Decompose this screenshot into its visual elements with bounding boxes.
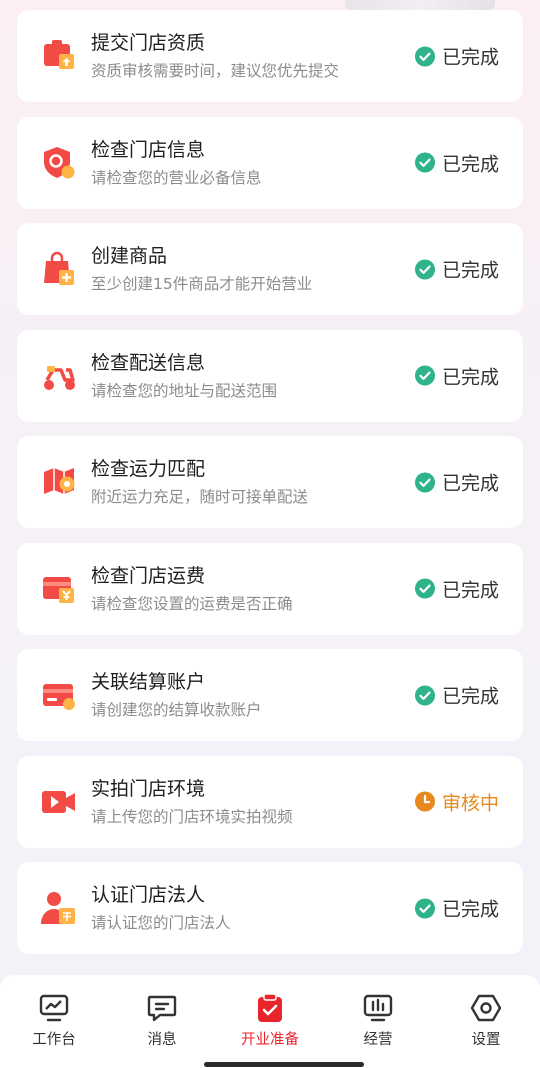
task-card-check-freight[interactable]: 检查门店运费 请检查您设置的运费是否正确 已完成 — [17, 542, 523, 635]
status-text: 已完成 — [441, 685, 499, 708]
task-card-submit-qualification[interactable]: 提交门店资质 资质审核需要时间，建议您优先提交 已完成 — [17, 10, 523, 102]
tab-messages[interactable]: 消息 — [108, 975, 216, 1068]
check-circle-icon — [414, 46, 435, 66]
status-text: 已完成 — [441, 472, 499, 495]
tab-opening-prep[interactable]: 开业准备 — [216, 975, 324, 1068]
task-subtitle: 资质审核需要时间，建议您优先提交 — [91, 62, 340, 80]
status-badge: 已完成 — [414, 682, 499, 709]
stats-icon — [363, 994, 393, 1022]
freight-fee-icon — [39, 569, 79, 609]
upload-store-icon — [39, 36, 79, 76]
task-card-verify-legal-person[interactable]: 认证门店法人 请认证您的门店法人 已完成 — [17, 862, 523, 954]
task-title: 检查运力匹配 — [91, 458, 206, 480]
check-circle-icon — [414, 365, 435, 386]
task-subtitle: 请认证您的门店法人 — [91, 914, 231, 932]
dashboard-icon — [39, 994, 69, 1022]
task-title: 认证门店法人 — [91, 884, 206, 906]
status-badge: 已完成 — [414, 575, 499, 602]
banner-image-fragment — [345, 0, 495, 10]
scooter-icon — [39, 356, 79, 396]
person-id-icon — [39, 888, 79, 928]
check-circle-icon — [414, 578, 435, 599]
status-badge: 已完成 — [414, 43, 499, 70]
check-circle-icon — [414, 898, 435, 918]
status-badge: 已完成 — [414, 469, 499, 496]
task-title: 创建商品 — [91, 245, 168, 267]
bottom-tab-bar: 工作台 消息 开业准备 经营 设置 — [0, 975, 540, 1068]
status-badge: 已完成 — [414, 149, 499, 176]
task-card-check-store-info[interactable]: 检查门店信息 请检查您的营业必备信息 已完成 — [17, 116, 523, 209]
status-badge: 已完成 — [414, 895, 499, 922]
map-pin-icon — [39, 462, 79, 502]
search-shield-icon — [39, 143, 79, 183]
task-subtitle: 附近运力充足，随时可接单配送 — [91, 488, 309, 506]
tab-operations[interactable]: 经营 — [324, 975, 432, 1068]
status-text: 已完成 — [441, 259, 499, 282]
check-circle-icon — [414, 472, 435, 492]
status-text: 已完成 — [441, 579, 499, 601]
tab-settings[interactable]: 设置 — [432, 975, 540, 1068]
tab-workbench[interactable]: 工作台 — [0, 975, 108, 1068]
task-subtitle: 请上传您的门店环境实拍视频 — [91, 807, 293, 826]
message-icon — [147, 995, 177, 1022]
home-indicator[interactable] — [204, 1062, 364, 1067]
tab-label: 设置 — [471, 1032, 501, 1048]
tab-label: 开业准备 — [241, 1032, 299, 1048]
task-title: 检查门店运费 — [91, 564, 206, 587]
check-circle-icon — [414, 685, 435, 705]
status-text: 已完成 — [441, 46, 499, 69]
tab-label: 经营 — [363, 1032, 393, 1048]
task-title: 检查门店信息 — [91, 138, 206, 161]
task-card-check-capacity[interactable]: 检查运力匹配 附近运力充足，随时可接单配送 已完成 — [17, 436, 523, 528]
task-title: 关联结算账户 — [91, 671, 206, 693]
status-text: 已完成 — [441, 153, 499, 175]
task-title: 实拍门店环境 — [91, 777, 206, 800]
task-subtitle: 请检查您的地址与配送范围 — [91, 381, 278, 400]
status-badge: 已完成 — [414, 362, 499, 389]
task-card-store-video[interactable]: 实拍门店环境 请上传您的门店环境实拍视频 审核中 — [17, 755, 523, 848]
status-badge: 审核中 — [414, 788, 499, 815]
status-text: 审核中 — [441, 792, 499, 814]
task-title: 检查配送信息 — [91, 351, 206, 374]
task-title: 提交门店资质 — [91, 32, 206, 54]
tab-label: 工作台 — [32, 1032, 76, 1048]
task-card-create-products[interactable]: 创建商品 至少创建15件商品才能开始营业 已完成 — [17, 223, 523, 315]
task-subtitle: 请检查您的营业必备信息 — [91, 168, 262, 187]
task-subtitle: 至少创建15件商品才能开始营业 — [91, 275, 313, 293]
check-circle-icon — [414, 152, 435, 173]
task-list: 提交门店资质 资质审核需要时间，建议您优先提交 已完成 检查门店信息 请检查您的… — [17, 10, 523, 969]
task-card-link-account[interactable]: 关联结算账户 请创建您的结算收款账户 已完成 — [17, 649, 523, 741]
status-text: 已完成 — [441, 366, 499, 388]
tab-label: 消息 — [147, 1032, 177, 1048]
task-card-check-delivery[interactable]: 检查配送信息 请检查您的地址与配送范围 已完成 — [17, 329, 523, 422]
check-circle-icon — [414, 259, 435, 279]
status-text: 已完成 — [441, 898, 499, 921]
clock-icon — [414, 791, 435, 812]
bank-card-icon — [39, 675, 79, 715]
settings-hex-icon — [470, 994, 502, 1022]
task-subtitle: 请检查您设置的运费是否正确 — [91, 594, 293, 613]
clipboard-check-icon — [258, 993, 282, 1022]
shopping-bag-add-icon — [39, 249, 79, 289]
status-badge: 已完成 — [414, 256, 499, 283]
video-camera-icon — [39, 782, 79, 822]
task-subtitle: 请创建您的结算收款账户 — [91, 701, 262, 719]
